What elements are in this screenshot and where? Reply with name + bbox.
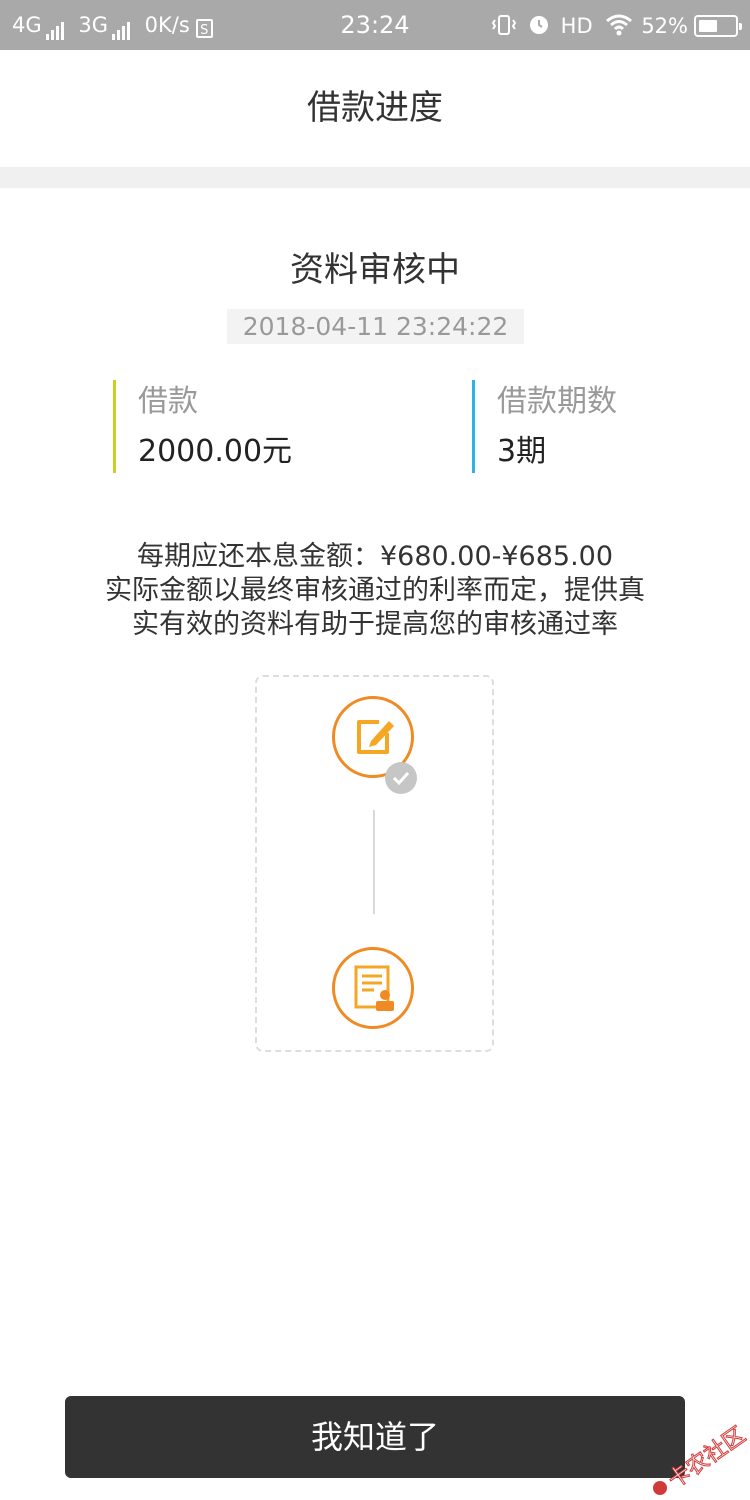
page-title: 借款进度 [307,88,443,128]
vibrate-icon [491,15,516,35]
status-timestamp: 2018-04-11 23:24:22 [227,309,524,344]
notice-line-3: 实有效的资料有助于提高您的审核通过率 [132,609,618,640]
loan-term-card: 借款期数 3期 [472,380,617,473]
step-review [332,947,414,1029]
review-document-icon [354,965,394,1011]
repayment-notice: 每期应还本息金额：¥680.00-¥685.00 实际金额以最终审核通过的利率而… [0,540,750,642]
acknowledge-button[interactable]: 我知道了 [65,1396,685,1478]
review-status-title: 资料审核中 [290,250,460,290]
loan-amount-card: 借款 2000.00元 [113,380,292,473]
step-connector [373,810,375,914]
nav-bar: 借款进度 [0,50,750,167]
loan-amount-value: 2000.00元 [138,434,293,469]
status-right: HD 52% [491,12,742,39]
status-bar: 4G 3G 0K/s S 23:24 HD 52% [0,0,750,50]
step-complete-check-icon [385,762,417,794]
hd-indicator: HD [560,14,593,38]
notice-line-1: 每期应还本息金额：¥680.00-¥685.00 [136,541,614,572]
wifi-icon [606,14,633,36]
loan-term-label: 借款期数 [497,384,617,419]
battery-level [699,20,717,32]
svg-text:卡农社区: 卡农社区 [664,1423,750,1494]
alarm-icon [529,16,548,34]
battery-percent: 52% [641,14,688,38]
battery-icon [694,15,742,37]
kanong-watermark-logo: 卡农社区 [653,1422,750,1495]
loan-amount-label: 借款 [138,384,198,419]
header-divider [0,167,750,188]
loan-term-value: 3期 [497,434,547,469]
notice-line-2: 实际金额以最终审核通过的利率而定，提供真 [105,575,645,606]
